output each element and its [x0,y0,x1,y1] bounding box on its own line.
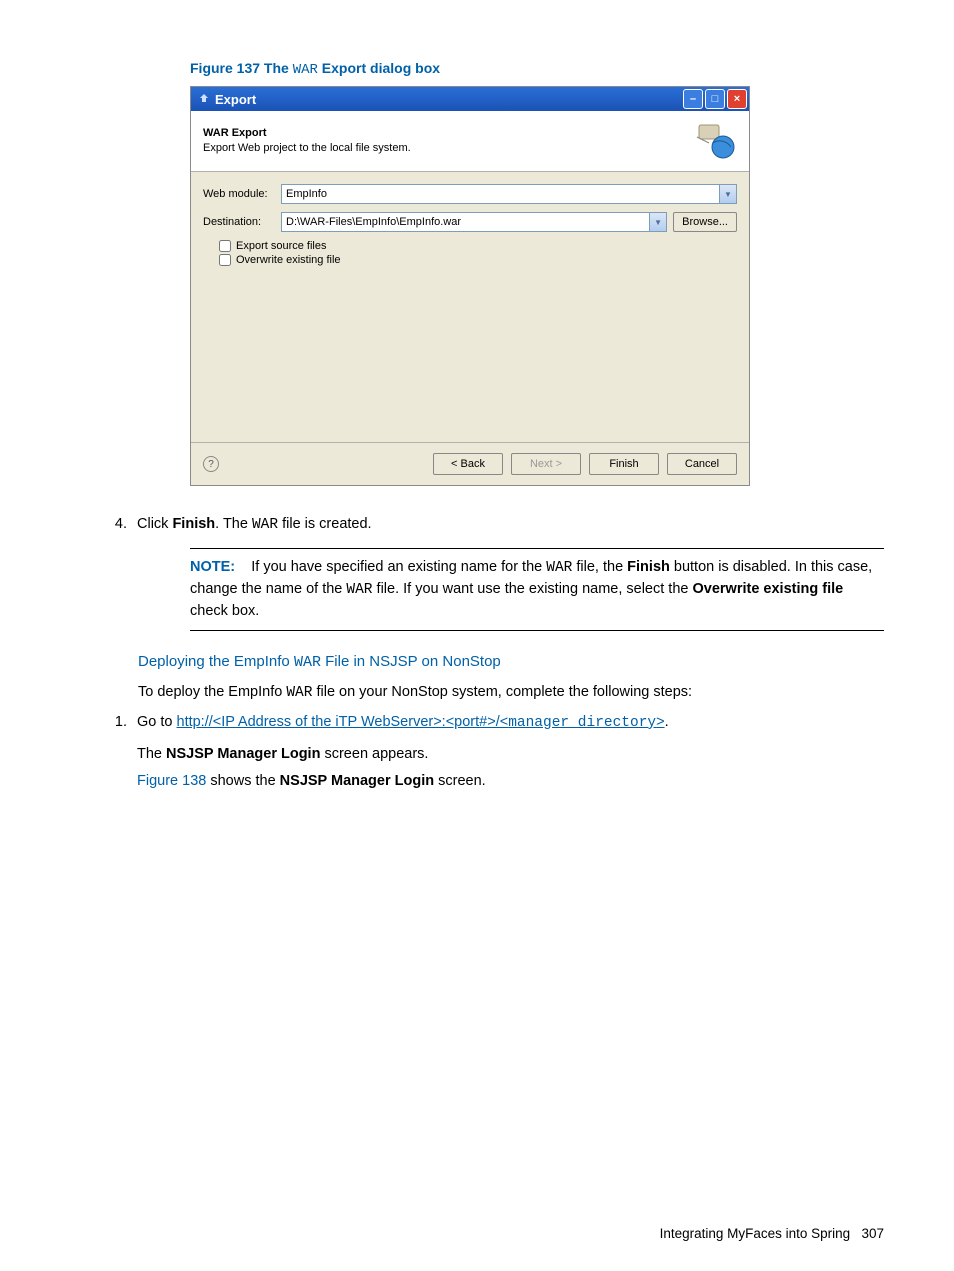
web-module-input[interactable] [282,188,719,200]
overwrite-label: Overwrite existing file [236,254,341,266]
chevron-down-icon[interactable]: ▼ [649,213,666,231]
filler [203,268,737,438]
close-button[interactable]: × [727,89,747,109]
finish-button[interactable]: Finish [589,453,659,475]
export-dialog: Export – □ × WAR Export Export Web proje… [190,86,750,486]
maximize-button[interactable]: □ [705,89,725,109]
manager-url-link[interactable]: http://<IP Address of the iTP WebServer>… [177,714,665,730]
dialog-title: Export [215,92,256,107]
export-source-label: Export source files [236,240,326,252]
next-button: Next > [511,453,581,475]
note-block: NOTE: If you have specified an existing … [190,548,884,631]
destination-label: Destination: [203,216,275,228]
step-1: 1. Go to http://<IP Address of the iTP W… [105,712,884,792]
dialog-header-desc: Export Web project to the local file sys… [203,142,411,154]
step-number: 4. [105,514,137,536]
help-icon[interactable]: ? [203,456,219,472]
back-button[interactable]: < Back [433,453,503,475]
dialog-header-title: WAR Export [203,127,411,139]
destination-input[interactable] [282,216,649,228]
dialog-body: Web module: ▼ Destination: ▼ Browse... E… [191,172,749,442]
caption-suffix: Export dialog box [318,60,440,76]
export-icon [197,92,211,106]
intro-paragraph: To deploy the EmpInfo WAR file on your N… [138,682,884,704]
browse-button[interactable]: Browse... [673,212,737,232]
step-4: 4. Click Finish. The WAR file is created… [105,514,884,536]
export-source-checkbox[interactable] [219,240,231,252]
chevron-down-icon[interactable]: ▼ [719,185,736,203]
page-footer: Integrating MyFaces into Spring 307 [660,1226,884,1241]
step-number: 1. [105,712,137,792]
sub-step-b: Figure 138 shows the NSJSP Manager Login… [137,771,884,792]
war-export-icon [695,119,737,161]
web-module-label: Web module: [203,188,275,200]
minimize-button[interactable]: – [683,89,703,109]
window-controls: – □ × [683,89,747,109]
overwrite-checkbox[interactable] [219,254,231,266]
destination-combo[interactable]: ▼ [281,212,667,232]
web-module-combo[interactable]: ▼ [281,184,737,204]
sub-step-a: The NSJSP Manager Login screen appears. [137,744,884,765]
note-label: NOTE: [190,559,235,575]
footer-text: Integrating MyFaces into Spring [660,1226,851,1241]
page-number: 307 [861,1226,884,1241]
titlebar: Export – □ × [191,87,749,111]
caption-mono: WAR [293,62,318,78]
figure-caption: Figure 137 The WAR Export dialog box [190,60,884,78]
cancel-button[interactable]: Cancel [667,453,737,475]
caption-prefix: Figure 137 The [190,60,293,76]
document-content: 4. Click Finish. The WAR file is created… [145,514,884,792]
figure-138-xref[interactable]: Figure 138 [137,773,206,789]
section-heading: Deploying the EmpInfo WAR File in NSJSP … [138,651,884,674]
dialog-footer: ? < Back Next > Finish Cancel [191,443,749,485]
dialog-header: WAR Export Export Web project to the loc… [191,111,749,172]
